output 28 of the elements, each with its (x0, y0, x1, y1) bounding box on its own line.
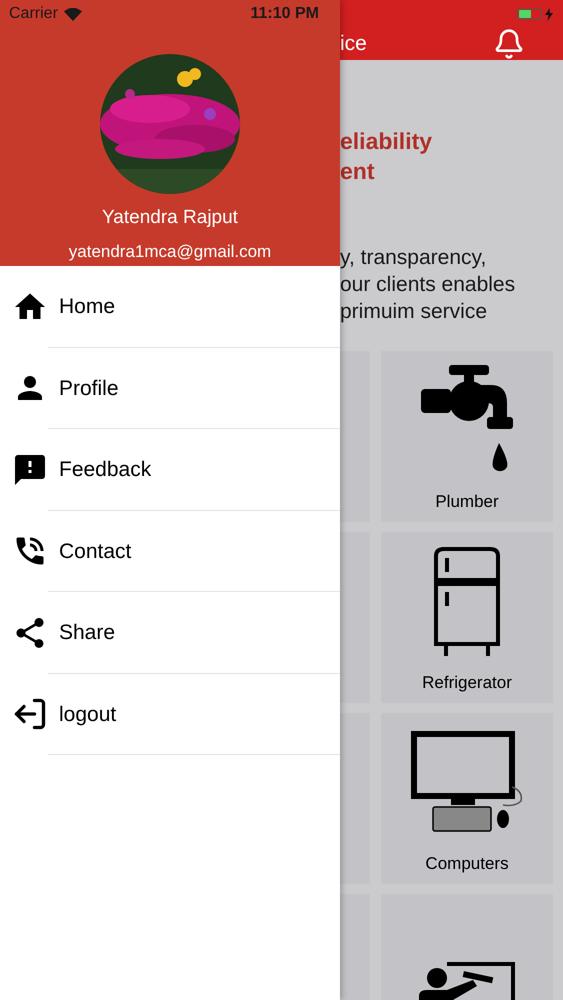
menu-item[interactable]: Home (0, 266, 340, 348)
user-email: yatendra1mca@gmail.com (68, 240, 272, 262)
headline-text: ent (340, 157, 376, 186)
battery-icon (517, 8, 542, 20)
service-tile[interactable]: Computers (381, 713, 553, 884)
service-tile[interactable] (340, 351, 370, 522)
user-name: Yatendra Rajput (102, 206, 238, 230)
menu-item[interactable]: Feedback (0, 429, 340, 510)
carrier-label: Carrier (9, 4, 58, 24)
computer-icon (411, 730, 523, 833)
description-text: y, transparency, (340, 245, 488, 271)
headline-text: eliability (340, 127, 434, 156)
window-cleaner-icon (417, 962, 517, 1000)
service-tile[interactable]: Plumber (381, 351, 553, 522)
service-tile[interactable] (340, 713, 370, 884)
service-tile[interactable] (340, 532, 370, 703)
menu-item[interactable]: Contact (0, 510, 340, 592)
description-text: our clients enables (340, 272, 516, 298)
service-tile[interactable]: Refrigerator (381, 532, 553, 703)
menu-item[interactable]: logout (0, 674, 340, 755)
refrigerator-icon (432, 546, 502, 656)
menu-item[interactable]: Share (0, 592, 340, 674)
menu-item[interactable]: Profile (0, 348, 340, 429)
notification-bell-icon[interactable] (493, 28, 525, 60)
wifi-icon (64, 8, 82, 20)
description-text: primuim service (340, 299, 488, 325)
page-title: ice (340, 31, 367, 58)
time-label: 11:10 PM (250, 4, 319, 24)
